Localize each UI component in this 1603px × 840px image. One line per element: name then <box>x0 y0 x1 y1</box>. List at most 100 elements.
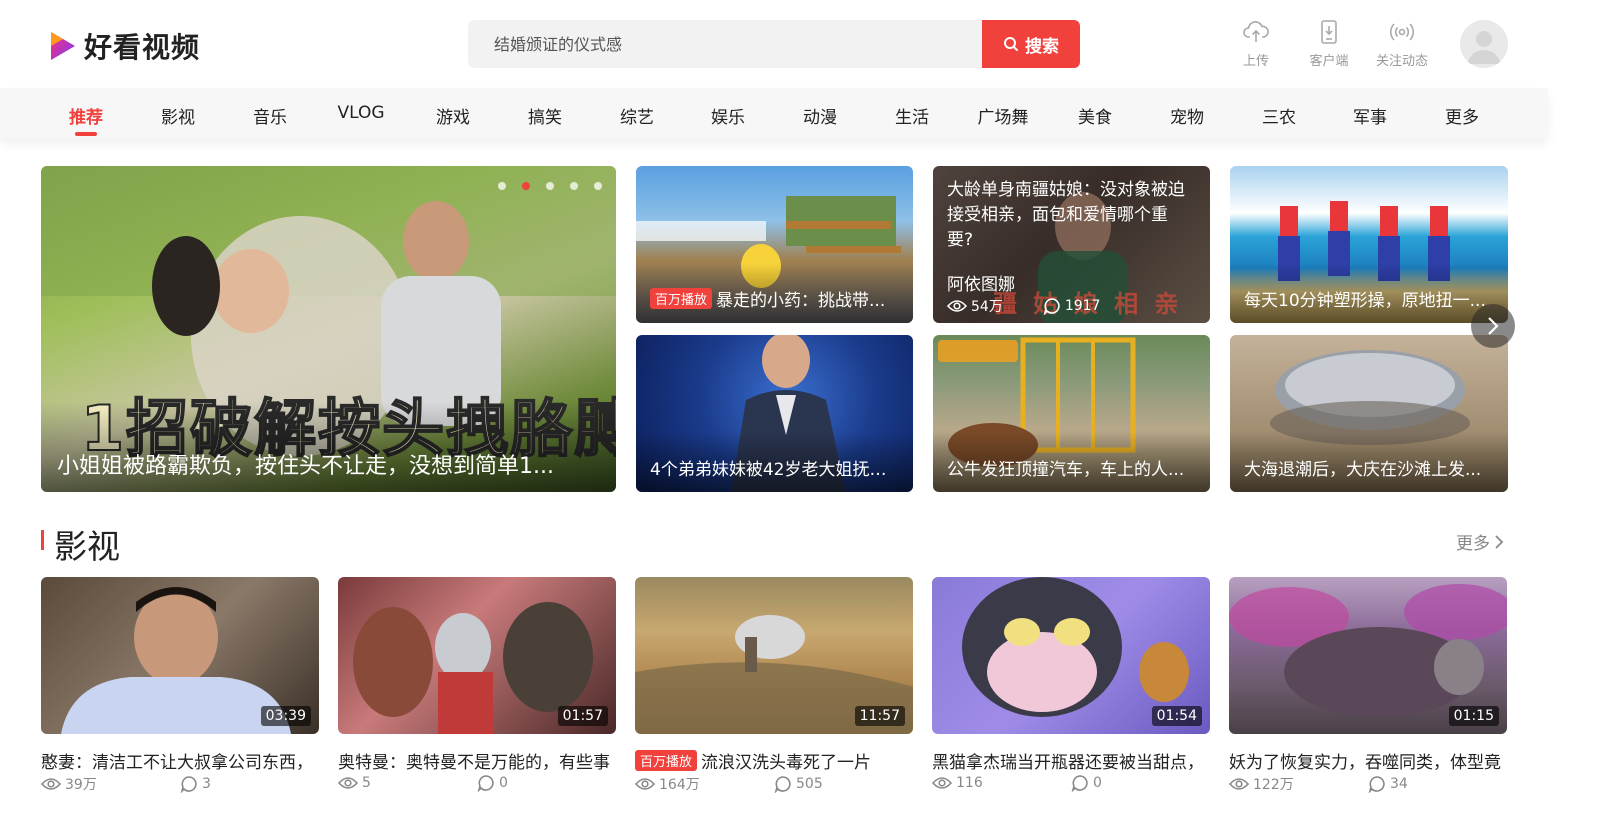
nav-item-food[interactable]: 美食 <box>1078 103 1112 128</box>
nav-item-agriculture[interactable]: 三农 <box>1262 103 1296 128</box>
avatar[interactable] <box>1460 20 1508 68</box>
video-meta: 116 0 <box>932 774 1210 792</box>
logo[interactable]: 好看视频 <box>48 26 200 66</box>
featured-stats: 54万 1917 <box>947 296 1100 316</box>
header: 好看视频 搜索 上传 客户端 关注动态 <box>0 0 1603 88</box>
nav-item-film[interactable]: 影视 <box>161 103 195 128</box>
carousel-dot[interactable] <box>498 182 506 190</box>
nav-item-recommend[interactable]: 推荐 <box>69 103 103 128</box>
comment-icon <box>477 775 494 792</box>
video-card[interactable]: 百万播放 暴走的小药：挑战带... <box>636 166 913 323</box>
search-input[interactable] <box>468 20 984 68</box>
search-icon <box>1004 37 1018 51</box>
nav-item-pets[interactable]: 宠物 <box>1170 103 1204 128</box>
video-meta: 39万 3 <box>41 774 319 794</box>
logo-icon <box>51 32 75 60</box>
nav-item-vlog[interactable]: VLOG <box>337 103 384 123</box>
comment-count: 0 <box>1093 775 1102 791</box>
video-title-text: 流浪汉洗头毒死了一片 <box>701 753 872 773</box>
nav-item-entertainment[interactable]: 娱乐 <box>711 103 745 128</box>
comment-icon <box>774 776 791 793</box>
search-button[interactable]: 搜索 <box>982 20 1080 68</box>
featured-video-card[interactable]: 疆 姑 娘 相 亲 大龄单身南疆姑娘：没对象被迫接受相亲，面包和爱情哪个重要? … <box>933 166 1210 323</box>
video-card[interactable]: 大海退潮后，大庆在沙滩上发... <box>1230 335 1508 492</box>
follow-feed-label: 关注动态 <box>1375 54 1428 69</box>
search-bar: 搜索 <box>468 20 1080 68</box>
featured-author: 阿依图娜 <box>947 275 1015 295</box>
view-count: 164万 <box>659 777 700 793</box>
eye-icon <box>947 300 967 312</box>
video-card[interactable]: 每天10分钟塑形操，原地扭一... <box>1230 166 1508 323</box>
video-duration: 01:57 <box>557 706 608 726</box>
video-duration: 01:54 <box>1151 706 1202 726</box>
video-thumbnail-card[interactable]: 03:39 <box>41 577 319 734</box>
section-accent-bar <box>41 530 44 550</box>
search-button-label: 搜索 <box>1025 36 1059 57</box>
nav-item-funny[interactable]: 搞笑 <box>528 103 562 128</box>
carousel-next-button[interactable] <box>1471 304 1515 348</box>
video-title[interactable]: 百万播放 流浪汉洗头毒死了一片 <box>635 748 913 773</box>
comment-icon <box>1071 775 1088 792</box>
user-icon <box>1468 31 1500 64</box>
comment-count: 505 <box>796 776 823 792</box>
comment-count: 34 <box>1390 776 1408 792</box>
hero-caption: 小姐姐被路霸欺负，按住头不让走，没想到简单1... <box>57 454 554 479</box>
broadcast-icon <box>1390 23 1414 41</box>
video-title: 大海退潮后，大庆在沙滩上发... <box>1244 460 1482 480</box>
nav-item-more[interactable]: 更多 <box>1445 103 1479 128</box>
nav-item-games[interactable]: 游戏 <box>436 103 470 128</box>
nav-item-variety[interactable]: 综艺 <box>620 103 654 128</box>
eye-icon <box>1229 778 1249 790</box>
hero-video-card[interactable]: 1招破解按头拽胳膊 小姐姐被路霸欺负，按住头不让走，没想到简单1... <box>41 166 616 492</box>
eye-icon <box>635 778 655 790</box>
carousel-dot[interactable] <box>522 182 530 190</box>
carousel-dot[interactable] <box>594 182 602 190</box>
eye-icon <box>932 777 952 789</box>
video-card[interactable]: 4个弟弟妹妹被42岁老大姐抚养... <box>636 335 913 492</box>
video-card[interactable]: 公牛发狂顶撞汽车，车上的人... <box>933 335 1210 492</box>
upload-button[interactable]: 上传 <box>1221 18 1291 69</box>
video-meta: 5 0 <box>338 774 616 792</box>
view-count: 116 <box>956 775 983 791</box>
carousel-dot[interactable] <box>546 182 554 190</box>
category-nav: 推荐 影视 音乐 VLOG 游戏 搞笑 综艺 娱乐 动漫 生活 广场舞 美食 宠… <box>0 88 1548 138</box>
view-count: 54万 <box>971 299 1003 315</box>
video-title: 4个弟弟妹妹被42岁老大姐抚养... <box>650 460 899 480</box>
comment-count: 3 <box>202 776 211 792</box>
view-count: 122万 <box>1253 777 1294 793</box>
video-thumbnail-card[interactable]: 01:15 <box>1229 577 1507 734</box>
video-title: 公牛发狂顶撞汽车，车上的人... <box>947 460 1185 480</box>
upload-label: 上传 <box>1242 54 1269 69</box>
video-title[interactable]: 奥特曼：奥特曼不是万能的，有些事 <box>338 748 616 773</box>
chevron-right-icon <box>1495 534 1504 549</box>
video-title[interactable]: 憨妻：清洁工不让大叔拿公司东西， <box>41 748 319 773</box>
carousel-dots <box>498 182 602 190</box>
carousel-dot[interactable] <box>570 182 578 190</box>
video-meta: 122万 34 <box>1229 774 1507 794</box>
view-count: 5 <box>362 775 371 791</box>
video-thumbnail-card[interactable]: 01:57 <box>338 577 616 734</box>
video-title[interactable]: 黑猫拿杰瑞当开瓶器还要被当甜点， <box>932 748 1210 773</box>
chevron-right-icon <box>1488 317 1499 335</box>
upload-cloud-icon <box>1243 21 1269 42</box>
video-title: 暴走的小药：挑战带... <box>716 291 886 311</box>
client-button[interactable]: 客户端 <box>1294 18 1364 69</box>
video-duration: 11:57 <box>854 706 905 726</box>
section-more-link[interactable]: 更多 <box>1456 529 1504 554</box>
logo-text: 好看视频 <box>84 31 201 64</box>
nav-item-military[interactable]: 军事 <box>1353 103 1387 128</box>
nav-item-square-dance[interactable]: 广场舞 <box>978 103 1029 128</box>
view-count: 39万 <box>65 777 97 793</box>
nav-item-life[interactable]: 生活 <box>895 103 929 128</box>
client-label: 客户端 <box>1309 54 1349 69</box>
million-plays-badge: 百万播放 <box>635 750 698 771</box>
comment-icon <box>1368 776 1385 793</box>
eye-icon <box>338 777 358 789</box>
video-thumbnail-card[interactable]: 01:54 <box>932 577 1210 734</box>
video-thumbnail-card[interactable]: 11:57 <box>635 577 913 734</box>
nav-item-anime[interactable]: 动漫 <box>803 103 837 128</box>
video-title[interactable]: 妖为了恢复实力，吞噬同类，体型竟 <box>1229 748 1507 773</box>
follow-feed-button[interactable]: 关注动态 <box>1367 18 1437 69</box>
nav-item-music[interactable]: 音乐 <box>253 103 287 128</box>
video-duration: 01:15 <box>1448 706 1499 726</box>
